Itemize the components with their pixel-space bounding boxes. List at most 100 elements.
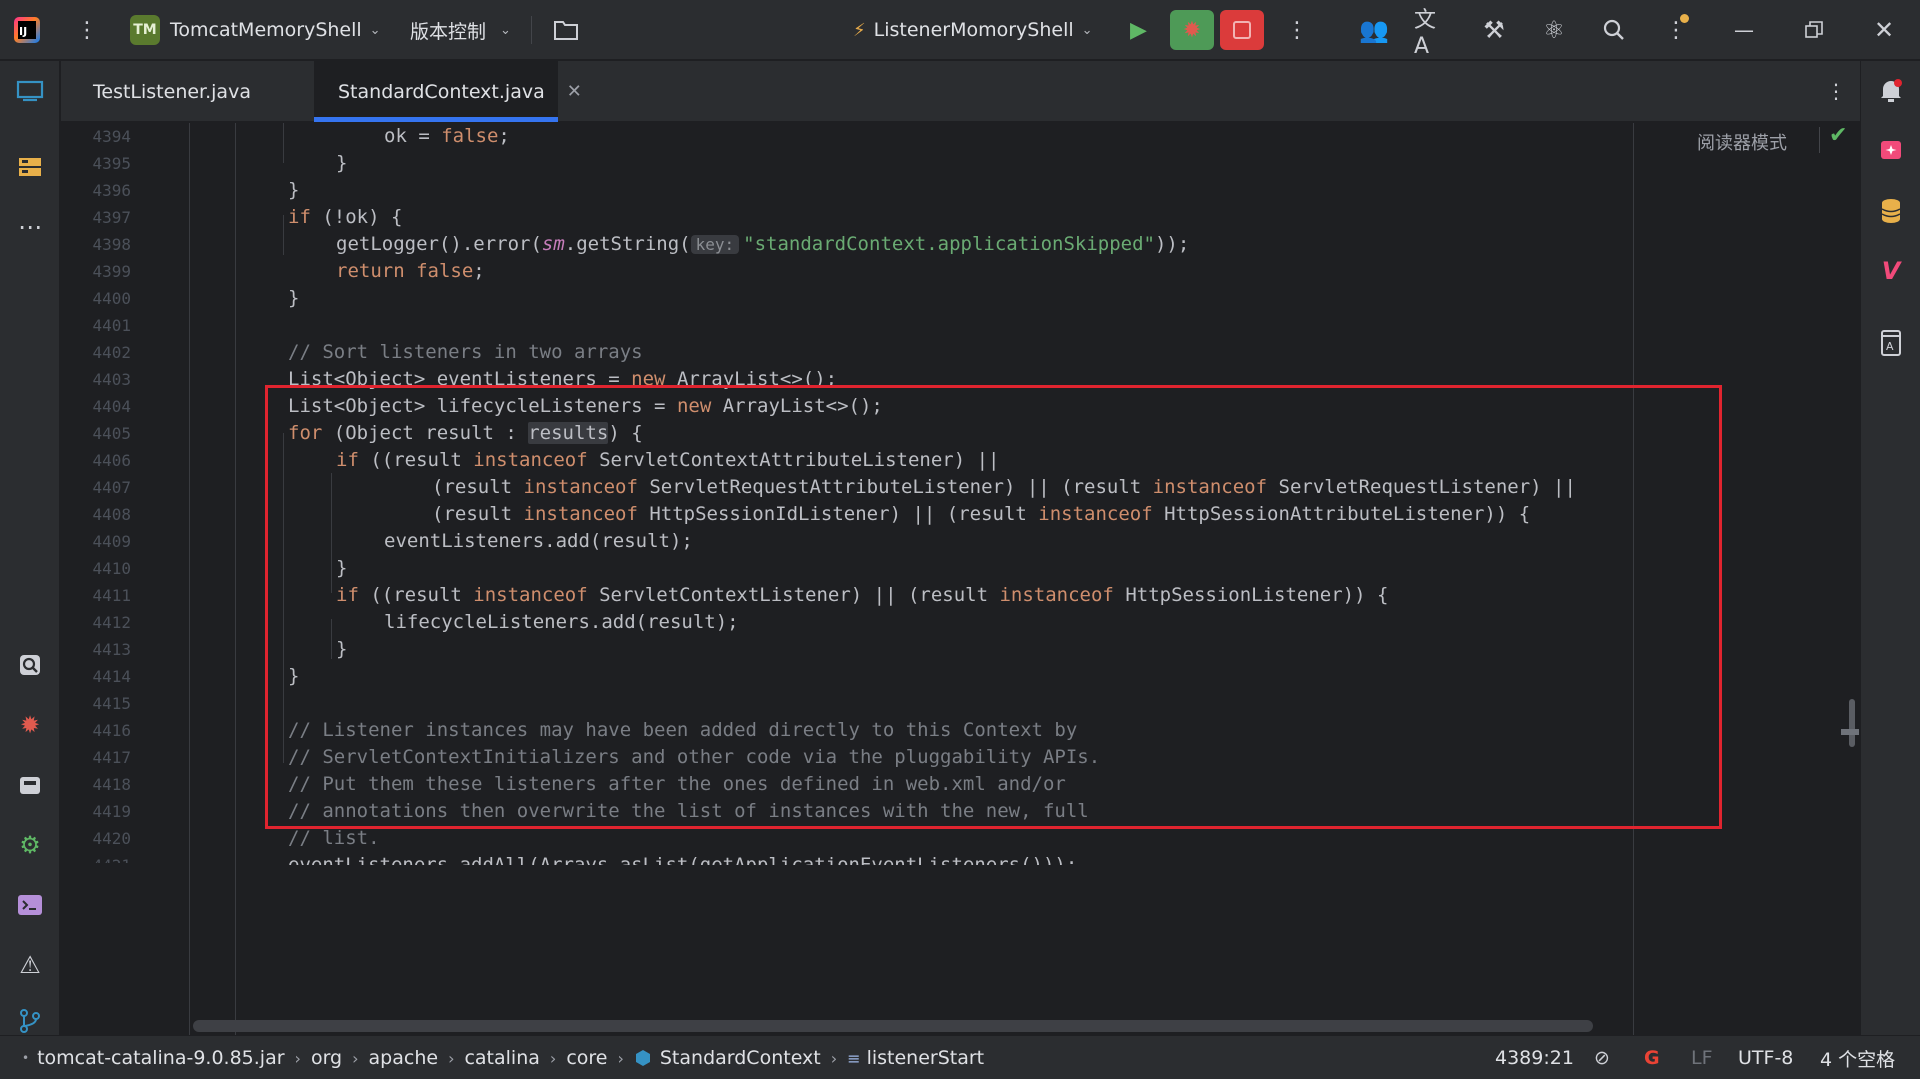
structure-icon [19,158,41,176]
search-icon [1603,19,1624,40]
monitor-icon [16,80,44,102]
more-run-actions-button[interactable]: ⋮ [1286,0,1308,60]
chevron-right-icon: › [448,1048,455,1068]
scrollbar-marker [1841,729,1859,735]
breadcrumb-apache[interactable]: apache [369,1047,439,1069]
code-line-4399: return false; [336,260,485,282]
more-tools-button[interactable]: ⋯ [0,207,60,247]
read-only-toggle[interactable]: ⊘ [1594,1036,1610,1079]
restore-button[interactable] [1796,0,1832,60]
structure-tool-button[interactable] [0,147,60,187]
settings-menu-button[interactable]: ⋮ [1658,0,1694,60]
more-horizontal-icon: ⋯ [18,213,42,241]
search-button[interactable] [1596,0,1632,60]
indent-guide [235,123,236,1035]
main-menu-button[interactable]: ⋮ [76,0,98,60]
more-vertical-icon: ⋮ [76,17,98,43]
code-line-4395: } [336,152,348,174]
java-class-icon [635,1050,650,1066]
reader-mode-toggle[interactable]: 阅读器模式 [1697,129,1787,155]
open-folder-button[interactable] [553,0,579,60]
left-tool-strip: ⋯ ✹ ⚙ ⚠ [0,61,60,1035]
terminal-icon [18,895,42,915]
app-logo-icon[interactable]: IJ [14,0,44,60]
vertical-scrollbar[interactable] [1849,699,1855,747]
code-editor[interactable]: 4394 4395 4396 4397 4398 4399 4400 4401 4402 4403… [61,123,1860,1035]
breadcrumb-method[interactable]: listenerStart [867,1047,985,1069]
method-icon: ≡ [847,1048,861,1068]
code-with-me-button[interactable]: 👥 [1356,0,1392,60]
plugin-icon [1881,141,1901,159]
ai-tool-button[interactable] [1861,131,1920,171]
breadcrumb: • tomcat-catalina-9.0.85.jar › org › apa… [22,1036,984,1079]
status-bar: • tomcat-catalina-9.0.85.jar › org › apa… [0,1035,1920,1079]
atom-icon: ⚛ [1543,16,1565,44]
run-config-icon: ⚡ [853,19,866,41]
update-badge [1680,14,1689,23]
translation-tool-button[interactable]: A [1861,323,1920,363]
vcs-label: 版本控制 [410,20,487,43]
code-line-4398: getLogger().error(sm.getString(key: "stan… [336,233,1190,255]
services-icon [20,777,40,794]
tab-options-button[interactable]: ⋮ [1826,79,1846,103]
folder-icon [554,21,578,40]
caret-position[interactable]: 4389:21 [1495,1036,1574,1079]
indent-guide [283,123,284,163]
tools-button[interactable]: ⚒ [1476,0,1512,60]
dot-icon: • [22,1051,30,1065]
close-window-button[interactable]: ✕ [1866,0,1902,60]
vue-tool-button[interactable]: V [1861,251,1920,291]
inspection-ok-icon[interactable]: ✔ [1829,123,1847,148]
run-config-name: ListenerMomoryShell [873,19,1074,41]
chevron-right-icon: › [294,1048,301,1068]
tab-standardcontext[interactable]: StandardContext.java ✕ [314,61,582,122]
file-encoding[interactable]: UTF-8 [1738,1036,1793,1079]
breadcrumb-class[interactable]: StandardContext [660,1047,821,1069]
code-line-4400: } [288,287,300,309]
minimize-button[interactable]: — [1726,0,1762,60]
code-line-4396: } [288,179,300,201]
project-tool-button[interactable] [0,71,60,111]
find-tool-button[interactable] [0,645,60,685]
build-tool-button[interactable]: ⚙ [0,825,60,865]
notifications-button[interactable] [1861,71,1920,111]
database-tool-button[interactable] [1861,191,1920,231]
indent-settings[interactable]: 4 个空格 [1820,1036,1895,1079]
chevron-right-icon: › [352,1048,359,1068]
translate-button[interactable]: 文A [1414,0,1450,60]
restore-icon [1805,21,1823,38]
code-line-4394: ok = false; [384,125,510,147]
breadcrumb-catalina[interactable]: catalina [464,1047,539,1069]
stop-icon [1233,21,1251,39]
code-line-4397: if (!ok) { [288,206,403,228]
find-icon [20,655,40,675]
tab-testlistener[interactable]: TestListener.java [69,61,255,122]
horizontal-scrollbar[interactable] [193,1020,1593,1032]
project-selector[interactable]: TM TomcatMemoryShell ⌄ [130,0,381,60]
database-icon [1881,199,1901,223]
breadcrumb-jar[interactable]: tomcat-catalina-9.0.85.jar [37,1047,284,1069]
stop-button[interactable] [1220,10,1264,50]
vcs-selector[interactable]: 版本控制 ⌄ [410,0,511,60]
no-edit-icon: ⊘ [1594,1047,1610,1069]
chevron-down-icon: ⌄ [1081,22,1093,38]
chevron-right-icon: › [617,1048,624,1068]
hammer-icon: ⚒ [1483,16,1505,44]
run-config-selector[interactable]: ⚡ ListenerMomoryShell ⌄ [853,0,1093,60]
line-separator[interactable]: LF [1691,1036,1713,1079]
google-plugin-button[interactable]: G [1644,1036,1660,1079]
problems-tool-button[interactable]: ⚠ [0,945,60,985]
debug-button[interactable]: ✹ [1170,10,1214,50]
close-tab-icon[interactable]: ✕ [567,81,582,102]
services-tool-button[interactable] [0,765,60,805]
play-icon: ▶ [1130,17,1147,43]
ai-assistant-button[interactable]: ⚛ [1536,0,1572,60]
code-line-4421: eventListeners.addAll(Arrays.asList(getA… [288,854,1078,876]
run-button[interactable]: ▶ [1130,0,1147,60]
breadcrumb-core[interactable]: core [566,1047,607,1069]
terminal-tool-button[interactable] [0,885,60,925]
code-line-4402: // Sort listeners in two arrays [288,341,643,363]
svg-text:A: A [1886,340,1894,353]
debug-tool-button[interactable]: ✹ [0,705,60,745]
breadcrumb-org[interactable]: org [311,1047,342,1069]
